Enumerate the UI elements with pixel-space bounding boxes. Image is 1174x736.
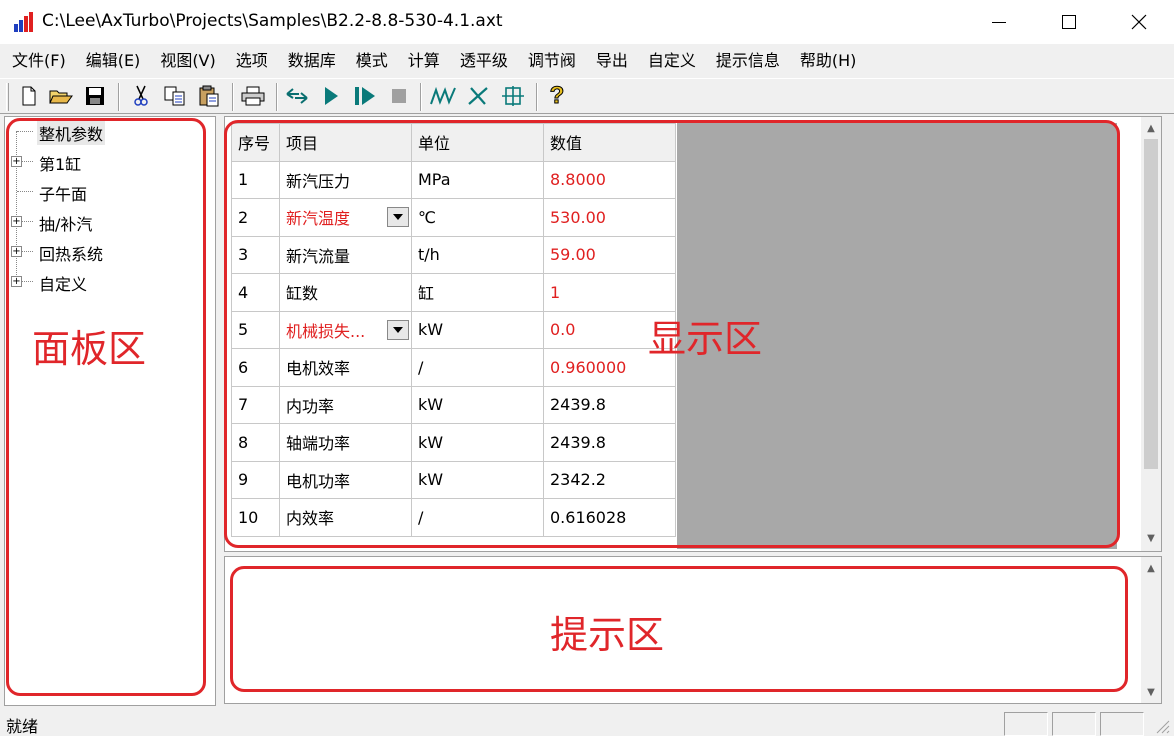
stop-button[interactable] (386, 83, 412, 109)
display-annotation-label: 显示区 (648, 317, 763, 361)
menu-item[interactable]: 编辑(E) (76, 44, 151, 78)
close-icon (1131, 14, 1147, 30)
scroll-down-icon[interactable]: ▼ (1141, 529, 1161, 547)
hint-annotation-box (230, 566, 1128, 692)
run-icon (325, 87, 338, 105)
cut-button[interactable] (128, 83, 154, 109)
menu-item[interactable]: 提示信息 (706, 44, 790, 78)
resize-grip-icon[interactable] (1154, 718, 1170, 734)
bar-chart-app-icon (14, 12, 36, 32)
status-pane (1100, 712, 1144, 736)
scroll-up-icon[interactable]: ▲ (1141, 119, 1161, 137)
menu-item[interactable]: 调节阀 (518, 44, 586, 78)
copy-icon (164, 86, 185, 106)
minimize-icon (992, 21, 1006, 23)
new-file-button[interactable] (16, 83, 42, 109)
stop-icon (392, 89, 406, 103)
menu-item[interactable]: 文件(F) (2, 44, 76, 78)
menu-item[interactable]: 计算 (398, 44, 450, 78)
toolbar-separator (420, 83, 422, 111)
status-text: 就绪 (6, 717, 39, 736)
cut-icon (134, 85, 148, 106)
menu-item[interactable]: 视图(V) (150, 44, 225, 78)
panel-annotation-box (6, 118, 206, 696)
status-pane (1052, 712, 1096, 736)
new-file-icon (22, 86, 36, 106)
menu-item[interactable]: 导出 (586, 44, 638, 78)
hint-annotation-label: 提示区 (550, 613, 665, 657)
print-button[interactable] (240, 83, 266, 109)
swap-icon (286, 88, 308, 104)
app-window: C:\Lee\AxTurbo\Projects\Samples\B2.2-8.8… (0, 0, 1174, 736)
scroll-down-icon[interactable]: ▼ (1141, 683, 1161, 701)
diagram-icon (502, 86, 524, 106)
display-vertical-scrollbar[interactable]: ▲ ▼ (1141, 117, 1161, 551)
paste-icon (199, 85, 219, 107)
paste-button[interactable] (196, 83, 222, 109)
close-button[interactable] (1104, 0, 1174, 44)
menu-item[interactable]: 帮助(H) (790, 44, 867, 78)
menu-bar: 文件(F) 编辑(E) 视图(V) 选项 数据库 模式 计算 透平级 调节阀 导出 自定义 提示信息帮… (0, 44, 1174, 78)
curve-button[interactable] (430, 83, 456, 109)
open-folder-icon (49, 90, 73, 104)
menu-item[interactable]: 模式 (346, 44, 398, 78)
toolbar-grip[interactable] (6, 83, 9, 111)
print-icon (241, 86, 265, 106)
scroll-up-icon[interactable]: ▲ (1141, 559, 1161, 577)
x-curve-icon (468, 87, 488, 105)
menu-item[interactable]: 自定义 (638, 44, 706, 78)
save-icon (86, 87, 104, 105)
help-button[interactable]: ? (544, 82, 570, 110)
open-folder-button[interactable] (48, 83, 74, 109)
curve-icon (430, 86, 456, 105)
scroll-thumb[interactable] (1144, 139, 1158, 469)
maximize-button[interactable] (1034, 0, 1104, 44)
save-button[interactable] (82, 83, 108, 109)
title-bar[interactable]: C:\Lee\AxTurbo\Projects\Samples\B2.2-8.8… (0, 0, 1174, 44)
status-pane (1004, 712, 1048, 736)
toolbar-separator (232, 83, 234, 111)
toolbar-separator (276, 83, 278, 111)
x-curve-button[interactable] (466, 83, 492, 109)
toolbar-separator (536, 83, 538, 111)
hint-vertical-scrollbar[interactable]: ▲ ▼ (1141, 557, 1161, 703)
toolbar: ? (0, 78, 1174, 114)
minimize-button[interactable] (964, 0, 1034, 44)
maximize-icon (1062, 15, 1076, 29)
panel-annotation-label: 面板区 (32, 327, 147, 371)
menu-item[interactable]: 透平级 (450, 44, 518, 78)
window-title: C:\Lee\AxTurbo\Projects\Samples\B2.2-8.8… (42, 11, 503, 31)
step-run-icon (355, 87, 375, 105)
menu-item[interactable]: 数据库 (278, 44, 346, 78)
status-bar: 就绪 (0, 708, 1174, 736)
step-run-button[interactable] (352, 83, 378, 109)
copy-button[interactable] (162, 83, 188, 109)
run-button[interactable] (318, 83, 344, 109)
menu-item[interactable]: 选项 (226, 44, 278, 78)
swap-button[interactable] (284, 83, 310, 109)
help-icon: ? (549, 82, 565, 110)
diagram-button[interactable] (500, 83, 526, 109)
toolbar-separator (118, 83, 120, 111)
